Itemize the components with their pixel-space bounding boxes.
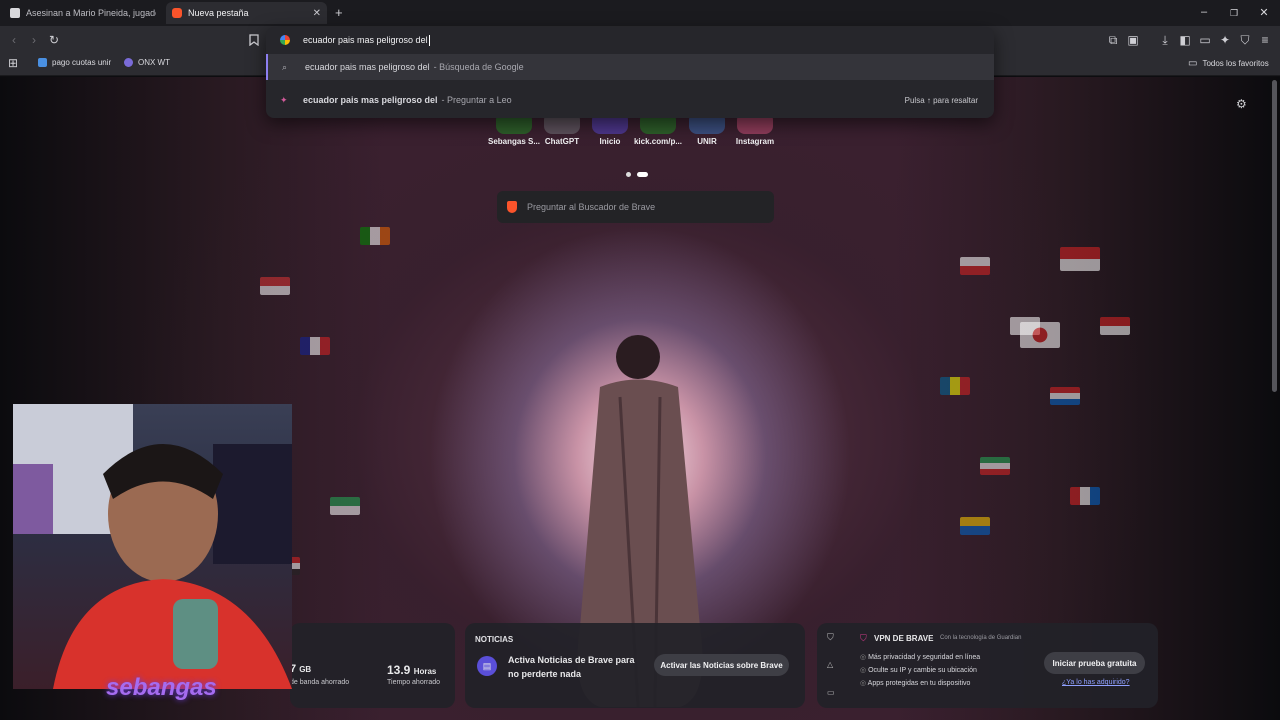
activate-news-button[interactable]: Activar las Noticias sobre Brave: [654, 654, 789, 676]
download-icon[interactable]: ⤓: [1157, 32, 1173, 48]
sidebar-icon[interactable]: ◧: [1177, 32, 1193, 48]
close-tab-icon[interactable]: ✕: [313, 8, 321, 19]
top-site-label: Instagram: [735, 137, 775, 146]
reader-icon[interactable]: ▣: [1125, 32, 1141, 48]
close-window-icon[interactable]: ✕: [1257, 6, 1271, 19]
time-stat: 13.9 Horas: [387, 663, 437, 677]
bookmark-label: ONX WT: [138, 58, 170, 67]
brave-lion-icon: [507, 201, 517, 213]
forward-icon[interactable]: ›: [26, 32, 42, 48]
tab-title: Nueva pestaña: [188, 8, 249, 18]
shield-icon[interactable]: ⛉: [1237, 32, 1253, 48]
time-label: Tiempo ahorrado: [387, 679, 441, 686]
brave-search-input[interactable]: Preguntar al Buscador de Brave: [497, 191, 774, 223]
suggestion-google[interactable]: ⌕ ecuador pais mas peligroso del - Búsqu…: [266, 54, 994, 80]
restore-icon[interactable]: ❐: [1227, 8, 1241, 19]
address-bar-text: ecuador pais mas peligroso del: [303, 35, 428, 45]
pagination-dots[interactable]: [626, 164, 649, 182]
search-icon: ⌕: [282, 61, 288, 72]
news-icon: ▤: [477, 656, 497, 676]
bookmark-icon[interactable]: [246, 32, 262, 48]
new-tab-button[interactable]: +: [335, 5, 343, 20]
apps-grid-icon[interactable]: ⊞: [5, 55, 21, 71]
already-purchased-link[interactable]: ¿Ya lo has adquirido?: [1062, 679, 1130, 686]
streamer-watermark: sebangas: [106, 674, 217, 701]
brave-lion-icon: [172, 8, 182, 18]
stats-card: 7 GB de banda ahorrado 13.9 Horas Tiempo…: [290, 623, 455, 708]
folder-icon: ▭: [1188, 58, 1198, 69]
news-heading: NOTICIAS: [475, 635, 514, 644]
suggestion-source: - Búsqueda de Google: [433, 62, 524, 72]
bandwidth-stat: 7 GB: [290, 663, 312, 675]
tab-new-tab[interactable]: Nueva pestaña ✕: [166, 2, 327, 24]
address-bar-input[interactable]: ecuador pais mas peligroso del: [266, 27, 994, 53]
vpn-features: ◎ Más privacidad y seguridad en línea ◎ …: [860, 654, 981, 687]
vpn-shield-icon[interactable]: ⛉: [827, 632, 834, 643]
bookmark-item[interactable]: ONX WT: [124, 58, 170, 67]
suggestion-text: ecuador pais mas peligroso del: [305, 62, 430, 72]
omnibox-dropdown: ecuador pais mas peligroso del ⌕ ecuador…: [266, 27, 994, 118]
back-icon[interactable]: ‹: [6, 32, 22, 48]
bookmark-label: pago cuotas unir: [52, 58, 112, 67]
reload-icon[interactable]: ↻: [46, 32, 62, 48]
streamer-video-feed: [13, 404, 292, 689]
settings-gear-icon[interactable]: ⚙: [1236, 97, 1247, 111]
news-promo-text: Activa Noticias de Brave para no perdert…: [508, 655, 635, 679]
minimize-icon[interactable]: –: [1197, 6, 1211, 18]
all-bookmarks-label: Todos los favoritos: [1202, 59, 1269, 68]
card-icon[interactable]: ▭: [827, 688, 835, 697]
vpn-card: ⛉ △ ▭ ⛉ VPN DE BRAVE Con la tecnología d…: [817, 623, 1158, 708]
leo-ai-icon[interactable]: ✦: [1217, 32, 1233, 48]
vpn-heading: VPN DE BRAVE: [874, 634, 934, 643]
menu-icon[interactable]: ≡: [1257, 32, 1273, 48]
start-trial-button[interactable]: Iniciar prueba gratuita: [1044, 652, 1145, 674]
keyboard-hint: Pulsa ↑ para resaltar: [904, 95, 978, 105]
wallet-icon[interactable]: ▭: [1197, 32, 1213, 48]
webcam-overlay: [13, 404, 292, 689]
bookmark-item[interactable]: pago cuotas unir: [38, 58, 111, 67]
scrollbar-thumb[interactable]: [1272, 80, 1277, 392]
search-placeholder: Preguntar al Buscador de Brave: [527, 202, 656, 212]
suggestion-text: ecuador pais mas peligroso del: [303, 95, 438, 105]
tab-title: Asesinan a Mario Pineida, jugador de: [26, 8, 156, 18]
bookmark-favicon-icon: [38, 58, 47, 67]
site-favicon-icon: [10, 8, 20, 18]
warning-icon[interactable]: △: [827, 660, 833, 669]
vpn-logo-icon: ⛉: [860, 633, 867, 643]
bandwidth-label: de banda ahorrado: [290, 679, 350, 686]
bookmark-favicon-icon: [124, 58, 133, 67]
suggestion-leo[interactable]: ✦ ecuador pais mas peligroso del - Pregu…: [266, 87, 994, 113]
news-card: NOTICIAS ▤ Activa Noticias de Brave para…: [465, 623, 805, 708]
leo-ai-icon: ✦: [280, 94, 288, 105]
suggestion-source: - Preguntar a Leo: [441, 95, 512, 105]
google-logo-icon: [280, 35, 290, 45]
all-bookmarks[interactable]: ▭ Todos los favoritos: [1188, 58, 1269, 69]
vpn-powered: Con la tecnología de Guardian: [940, 635, 1022, 641]
tab-news[interactable]: Asesinan a Mario Pineida, jugador de: [4, 2, 164, 24]
extensions-icon[interactable]: ⧉: [1105, 32, 1121, 48]
